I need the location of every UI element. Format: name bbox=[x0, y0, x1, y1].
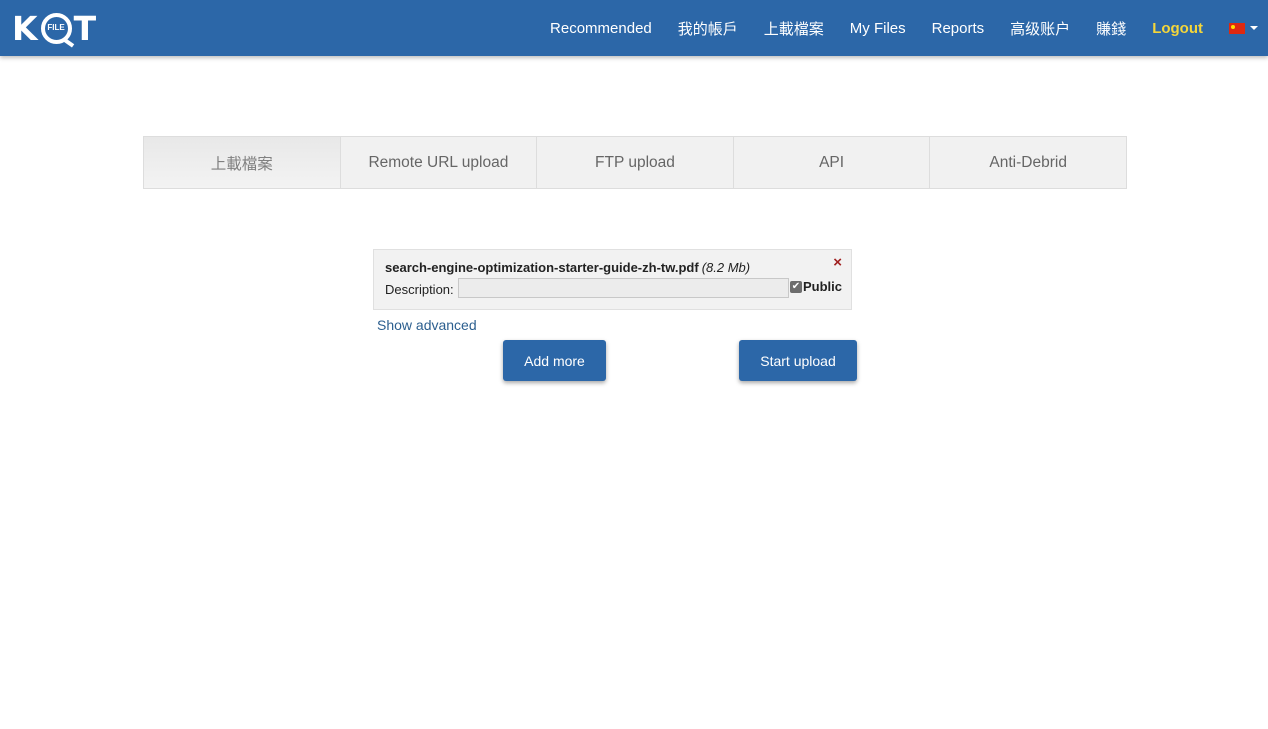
file-info: search-engine-optimization-starter-guide… bbox=[385, 260, 750, 275]
language-selector[interactable] bbox=[1229, 22, 1258, 34]
file-name: search-engine-optimization-starter-guide… bbox=[385, 260, 699, 275]
tab-api[interactable]: API bbox=[734, 137, 931, 188]
file-size: (8.2 Mb) bbox=[701, 260, 751, 275]
upload-file-item: search-engine-optimization-starter-guide… bbox=[373, 249, 852, 310]
nav-my-account[interactable]: 我的帳戶 bbox=[678, 18, 738, 39]
remove-file-icon[interactable]: × bbox=[833, 254, 842, 271]
show-advanced-link[interactable]: Show advanced bbox=[377, 317, 477, 333]
nav-earn-money[interactable]: 賺錢 bbox=[1096, 18, 1126, 39]
public-label: Public bbox=[803, 279, 843, 294]
site-logo[interactable]: K FILE T bbox=[12, 8, 98, 48]
nav-my-files[interactable]: My Files bbox=[850, 20, 906, 37]
tab-anti-debrid[interactable]: Anti-Debrid bbox=[930, 137, 1126, 188]
description-input[interactable] bbox=[458, 278, 789, 298]
logo-letter-k: K bbox=[12, 8, 39, 48]
add-more-button[interactable]: Add more bbox=[503, 340, 606, 381]
nav-recommended[interactable]: Recommended bbox=[550, 20, 652, 37]
nav-premium-account[interactable]: 高级账户 bbox=[1010, 18, 1070, 39]
upload-method-tabs: 上載檔案 Remote URL upload FTP upload API An… bbox=[143, 136, 1127, 189]
tab-upload-files[interactable]: 上載檔案 bbox=[144, 137, 341, 188]
logo-ring-text: FILE bbox=[47, 22, 65, 32]
tab-ftp-upload[interactable]: FTP upload bbox=[537, 137, 734, 188]
nav-reports[interactable]: Reports bbox=[932, 20, 985, 37]
main-nav: Recommended 我的帳戶 上載檔案 My Files Reports 高… bbox=[550, 0, 1268, 56]
description-label: Description: bbox=[385, 282, 454, 297]
public-checkbox[interactable]: ✔ bbox=[790, 280, 802, 293]
tab-remote-url-upload[interactable]: Remote URL upload bbox=[341, 137, 538, 188]
top-navbar: K FILE T Recommended 我的帳戶 上載檔案 My Files … bbox=[0, 0, 1268, 56]
logo-letter-t: T bbox=[73, 8, 98, 48]
start-upload-button[interactable]: Start upload bbox=[739, 340, 857, 381]
cn-flag-icon bbox=[1229, 22, 1245, 34]
nav-logout[interactable]: Logout bbox=[1152, 20, 1203, 37]
nav-upload-files[interactable]: 上載檔案 bbox=[764, 18, 824, 39]
public-option: ✔ Public bbox=[790, 279, 842, 294]
logo-ring-icon: FILE bbox=[40, 12, 72, 44]
caret-down-icon bbox=[1250, 26, 1258, 30]
